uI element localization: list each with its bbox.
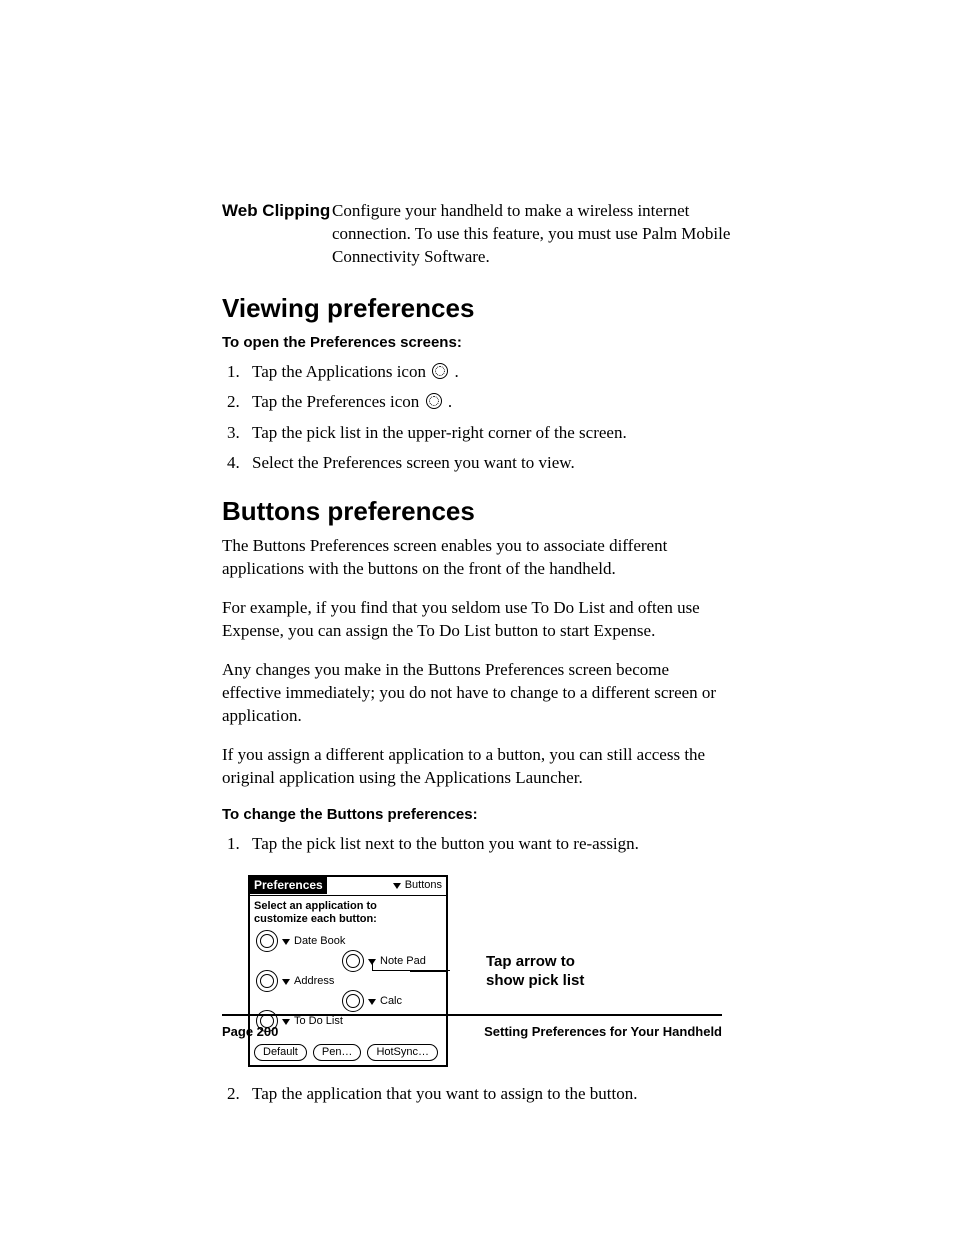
callout-line1: Tap arrow to — [486, 953, 575, 970]
picklist-notepad[interactable]: Note Pad — [368, 956, 426, 967]
step-4: Select the Preferences screen you want t… — [244, 450, 732, 476]
picklist-calc[interactable]: Calc — [368, 996, 402, 1007]
steps-open-preferences: Tap the Applications icon . Tap the Pref… — [222, 359, 732, 476]
buttons-p4: If you assign a different application to… — [222, 744, 732, 790]
page-content: Web Clipping Configure your handheld to … — [222, 200, 732, 1126]
heading-viewing-preferences: Viewing preferences — [222, 293, 732, 324]
picklist-address-label: Address — [294, 976, 334, 987]
step-3: Tap the pick list in the upper-right cor… — [244, 420, 732, 446]
buttons-p2: For example, if you find that you seldom… — [222, 597, 732, 643]
change-step-2: Tap the application that you want to ass… — [244, 1081, 732, 1107]
notepad-hw-icon — [342, 950, 364, 972]
calc-hw-icon — [342, 990, 364, 1012]
figure-callout: Tap arrow to show pick list — [486, 951, 584, 991]
datebook-hw-icon — [256, 930, 278, 952]
chapter-title: Setting Preferences for Your Handheld — [484, 1024, 722, 1039]
palm-instruction: Select an application to customize each … — [250, 896, 446, 928]
step-2: Tap the Preferences icon . — [244, 389, 732, 415]
page-footer: Page 200 Setting Preferences for Your Ha… — [222, 1024, 722, 1039]
palm-body: Date Book Note Pad Address — [250, 928, 446, 1038]
picklist-address[interactable]: Address — [282, 976, 334, 987]
palm-hotsync-button[interactable]: HotSync… — [367, 1044, 438, 1061]
callout-line2: show pick list — [486, 972, 584, 989]
step-1-text-b: . — [454, 362, 458, 381]
dropdown-arrow-icon — [393, 883, 401, 889]
steps-change-buttons: Tap the pick list next to the button you… — [222, 831, 732, 857]
step-1-text-a: Tap the Applications icon — [252, 362, 430, 381]
subhead-change-buttons: To change the Buttons preferences: — [222, 806, 732, 823]
steps-change-buttons-cont: Tap the application that you want to ass… — [222, 1081, 732, 1107]
dropdown-arrow-icon — [282, 979, 290, 985]
change-step-1: Tap the pick list next to the button you… — [244, 831, 732, 857]
dropdown-arrow-icon — [282, 939, 290, 945]
footer-rule — [222, 1014, 722, 1016]
applications-icon — [432, 363, 448, 379]
definition-desc: Configure your handheld to make a wirele… — [332, 200, 732, 269]
document-page: Web Clipping Configure your handheld to … — [0, 0, 954, 1235]
callout-connector — [410, 971, 448, 972]
definition-term: Web Clipping — [222, 200, 332, 222]
buttons-p1: The Buttons Preferences screen enables y… — [222, 535, 732, 581]
palm-instr-line2: customize each button: — [254, 913, 377, 925]
callout-pointer-v — [372, 963, 373, 970]
buttons-p3: Any changes you make in the Buttons Pref… — [222, 659, 732, 728]
picklist-datebook-label: Date Book — [294, 936, 345, 947]
palm-instr-line1: Select an application to — [254, 900, 377, 912]
step-2-text-a: Tap the Preferences icon — [252, 392, 424, 411]
palm-pen-button[interactable]: Pen… — [313, 1044, 362, 1061]
palm-default-button[interactable]: Default — [254, 1044, 307, 1061]
palm-titlebar: Preferences Buttons — [250, 877, 446, 896]
heading-buttons-preferences: Buttons preferences — [222, 496, 732, 527]
palm-category-picklist[interactable]: Buttons — [393, 880, 446, 891]
definition-row: Web Clipping Configure your handheld to … — [222, 200, 732, 269]
palm-footer: Default Pen… HotSync… — [250, 1038, 446, 1065]
picklist-notepad-label: Note Pad — [380, 956, 426, 967]
picklist-calc-label: Calc — [380, 996, 402, 1007]
step-1: Tap the Applications icon . — [244, 359, 732, 385]
step-2-text-b: . — [448, 392, 452, 411]
picklist-datebook[interactable]: Date Book — [282, 936, 345, 947]
page-number: Page 200 — [222, 1024, 278, 1039]
palm-title: Preferences — [250, 877, 327, 894]
palm-picklist-label: Buttons — [405, 880, 442, 891]
address-hw-icon — [256, 970, 278, 992]
subhead-open-preferences: To open the Preferences screens: — [222, 334, 732, 351]
dropdown-arrow-icon — [368, 999, 376, 1005]
preferences-icon — [426, 393, 442, 409]
